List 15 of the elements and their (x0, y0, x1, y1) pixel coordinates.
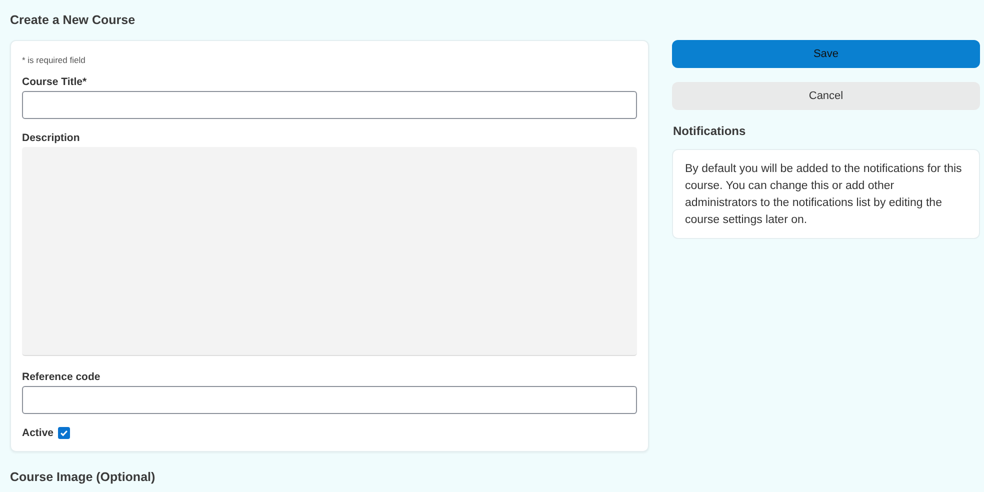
input-field[interactable] (22, 386, 637, 414)
section-title: Course Image (Optional) (10, 470, 156, 484)
save-button[interactable]: Save (672, 40, 980, 68)
cancel-button[interactable]: Cancel (672, 82, 980, 110)
field-label: Reference code (22, 371, 102, 383)
page-title: Create a New Course (10, 13, 136, 27)
notifications-text: By default you will be added to the notifications for this course. You can change this or add other administrators to the notifications list by editing the course settings later on. (672, 149, 980, 239)
field-label: Description (22, 132, 81, 144)
checkbox-label: Active (22, 427, 54, 439)
description-field[interactable] (22, 147, 637, 356)
checkbox[interactable] (58, 427, 70, 439)
input-field[interactable] (22, 91, 637, 119)
notifications-title: Notifications (673, 124, 747, 138)
required-note: * is required field (22, 55, 86, 65)
field-label: Course Title* (22, 76, 88, 88)
